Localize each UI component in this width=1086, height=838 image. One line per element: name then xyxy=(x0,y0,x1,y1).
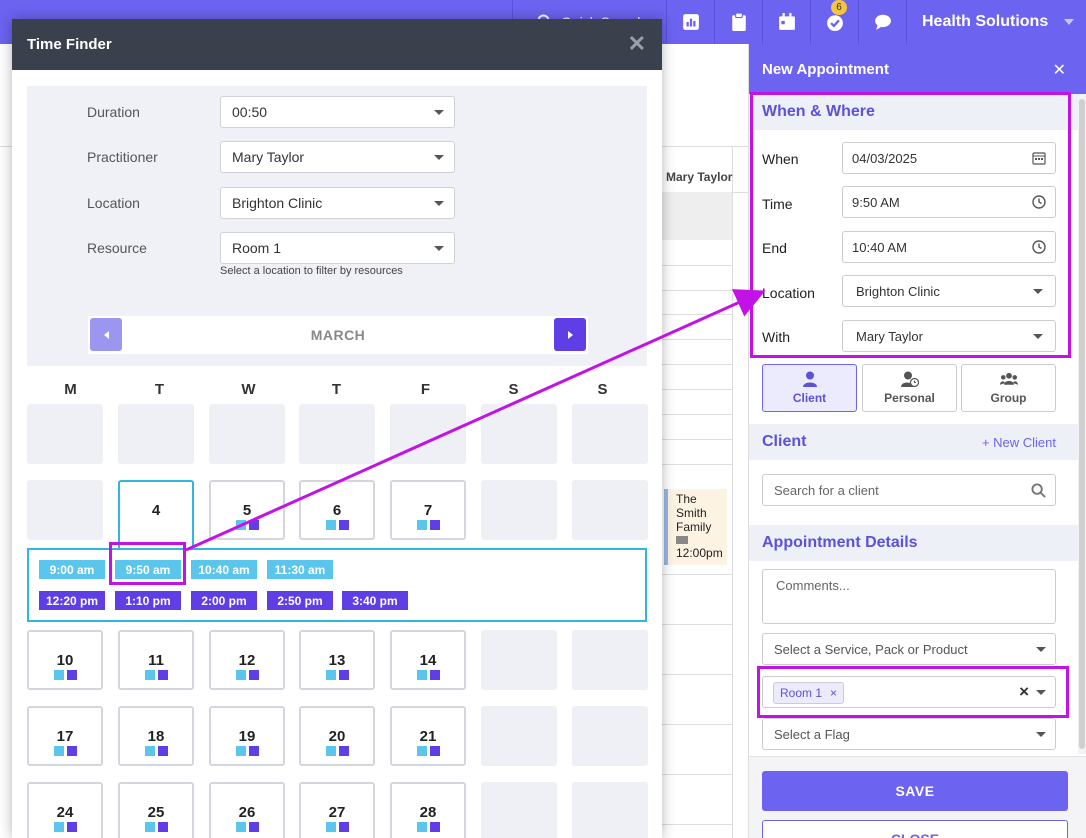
annotation-arrow xyxy=(185,289,766,552)
